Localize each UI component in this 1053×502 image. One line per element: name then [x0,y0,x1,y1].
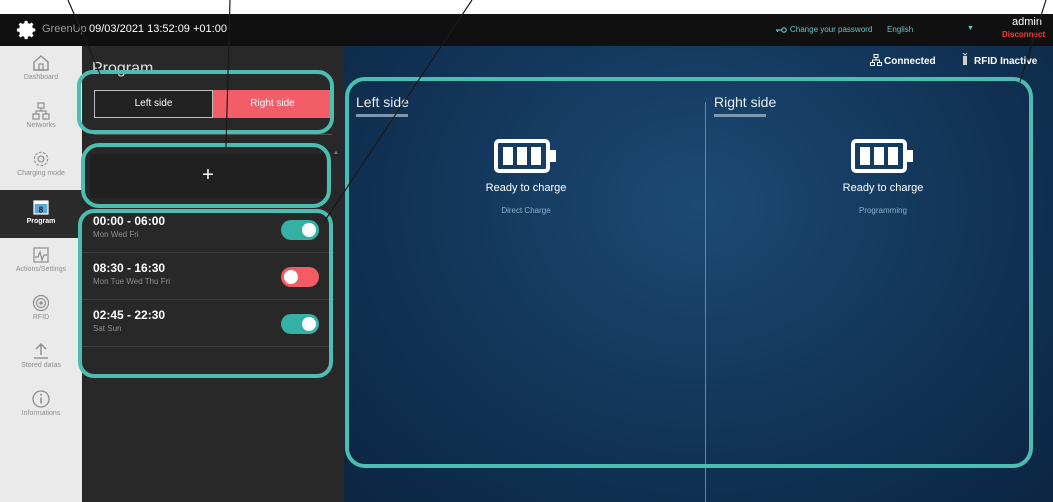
brand-name: GreenUp [42,23,87,35]
schedule-toggle[interactable] [281,314,319,334]
right-side-underline [714,114,766,117]
gear-icon [33,151,49,167]
schedule-time: 08:30 - 16:30 [93,261,166,275]
schedule-days: Mon Wed Fri [93,230,139,239]
user-name: admin [1012,16,1042,28]
sidebar-item-informations[interactable]: Informations [0,382,82,430]
change-password-link[interactable]: Change your password [790,25,872,34]
rfid-card-icon [962,52,968,65]
network-icon [32,102,50,120]
side-divider [705,102,706,502]
svg-text:8: 8 [39,206,44,215]
schedule-time: 02:45 - 22:30 [93,308,166,322]
schedule-toggle[interactable] [281,220,319,240]
current-datetime: 09/03/2021 13:52:09 +01:00 [89,23,227,35]
chevron-down-icon[interactable]: ▼ [967,25,974,32]
sidebar-item-label: RFID [32,314,50,321]
program-panel: Program Left side Right side + ▲ 00:00 -… [82,46,344,502]
top-margin [0,0,1053,14]
schedule-days: Sat Sun [93,324,122,333]
right-side-title: Right side [714,94,777,110]
schedule-toggle[interactable] [281,267,319,287]
scroll-up-icon[interactable]: ▲ [333,150,339,156]
divider [94,134,332,135]
home-icon [33,55,49,71]
toggle-knob [302,223,316,237]
info-icon [32,390,50,408]
sidebar-item-stored-datas[interactable]: Stored datas [0,334,82,382]
charger-status-area: Connected RFID Inactive Left side Right … [344,46,1053,502]
sidebar-item-label: Informations [21,410,61,417]
sidebar-item-charging-mode[interactable]: Charging mode [0,142,82,190]
sidebar-item-actions-settings[interactable]: Actions/Settings [0,238,82,286]
sidebar-nav: Dashboard Networks Charging mode 8 Progr… [0,46,82,502]
right-charge-mode: Programming [858,206,907,215]
network-icon [870,54,882,66]
battery-icon [494,139,556,173]
tab-left-side[interactable]: Left side [94,90,213,118]
key-icon [776,27,787,33]
schedule-row[interactable]: 02:45 - 22:30 Sat Sun [82,300,334,347]
left-side-underline [356,114,408,117]
rfid-status: RFID Inactive [974,56,1038,67]
schedule-row[interactable]: 08:30 - 16:30 Mon Tue Wed Thu Fri [82,253,334,300]
sidebar-item-label: Networks [26,122,56,129]
top-bar: GreenUp 09/03/2021 13:52:09 +01:00 Chang… [0,14,1053,46]
app-window: GreenUp 09/03/2021 13:52:09 +01:00 Chang… [0,0,1053,502]
sidebar-item-label: Dashboard [23,74,59,81]
schedule-time: 00:00 - 06:00 [93,214,166,228]
sidebar-item-label: Program [26,218,56,225]
left-charge-mode: Direct Charge [501,206,551,215]
page-title: Program [92,60,154,77]
upload-icon [34,343,48,359]
battery-icon [851,139,913,173]
toggle-knob [284,270,298,284]
tab-right-side[interactable]: Right side [213,90,332,118]
calendar-icon: 8 [33,200,49,215]
left-side-title: Left side [356,94,409,110]
sidebar-item-program[interactable]: 8 Program [0,190,82,238]
sidebar-item-label: Charging mode [17,170,65,177]
rfid-icon [32,294,50,312]
connection-status: Connected [884,56,936,67]
side-selector: Left side Right side [94,90,332,118]
sidebar-item-label: Actions/Settings [15,266,67,273]
sidebar-item-rfid[interactable]: RFID [0,286,82,334]
sidebar-item-networks[interactable]: Networks [0,94,82,142]
chart-icon [33,247,49,263]
sidebar-item-label: Stored datas [21,362,61,369]
right-charge-state: Ready to charge [842,182,924,194]
gear-logo-icon [16,20,36,40]
toggle-knob [302,317,316,331]
left-charge-state: Ready to charge [485,182,567,194]
disconnect-link[interactable]: Disconnect [1002,30,1045,39]
schedule-row[interactable]: 00:00 - 06:00 Mon Wed Fri [82,206,334,253]
sidebar-item-dashboard[interactable]: Dashboard [0,46,82,94]
language-select[interactable]: English [887,25,913,34]
add-schedule-button[interactable]: + [90,154,326,198]
schedule-days: Mon Tue Wed Thu Fri [93,277,171,286]
